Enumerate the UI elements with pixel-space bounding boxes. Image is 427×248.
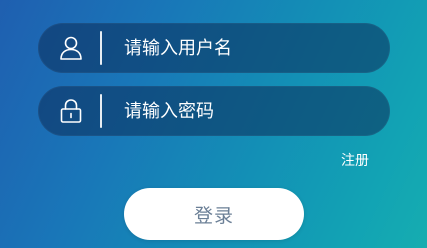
user-icon bbox=[38, 23, 100, 73]
username-field[interactable] bbox=[38, 23, 390, 73]
username-input[interactable] bbox=[102, 23, 390, 73]
password-field[interactable] bbox=[38, 86, 390, 136]
login-button[interactable]: 登录 bbox=[124, 188, 304, 240]
lock-icon bbox=[38, 86, 100, 136]
register-link[interactable]: 注册 bbox=[341, 150, 369, 170]
password-input[interactable] bbox=[102, 86, 390, 136]
